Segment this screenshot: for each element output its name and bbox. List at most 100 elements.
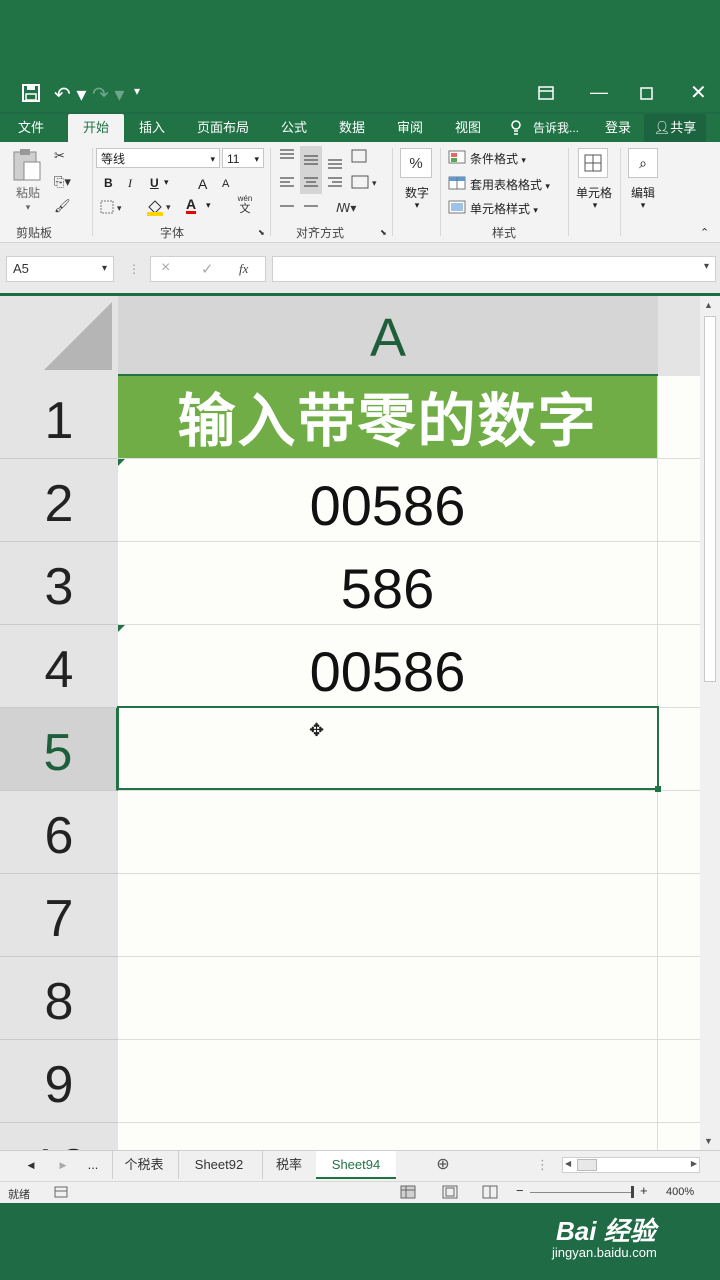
zoom-level[interactable]: 400% bbox=[666, 1186, 694, 1198]
enter-button[interactable]: ✓ bbox=[201, 260, 214, 278]
sign-in-link[interactable]: 登录 bbox=[598, 114, 638, 142]
cell-b4[interactable] bbox=[658, 625, 700, 708]
cell-b8[interactable] bbox=[658, 957, 700, 1040]
tab-data[interactable]: 数据 bbox=[328, 114, 376, 142]
row-header-selected[interactable]: 5 bbox=[0, 708, 118, 791]
chevron-down-icon[interactable]: ▾ bbox=[410, 200, 424, 211]
row-header[interactable]: 9 bbox=[0, 1040, 118, 1123]
worksheet-grid[interactable]: A 1 2 3 4 5 6 7 8 9 10 输入带零的数字 00586 586… bbox=[0, 296, 720, 1150]
save-icon[interactable] bbox=[22, 84, 40, 107]
tab-formulas[interactable]: 公式 bbox=[270, 114, 318, 142]
sheet-tab-active[interactable]: Sheet94 bbox=[316, 1151, 396, 1179]
zoom-slider[interactable] bbox=[530, 1192, 634, 1193]
scroll-up-icon[interactable]: ▲ bbox=[704, 300, 713, 310]
horizontal-scroll-thumb[interactable] bbox=[577, 1159, 597, 1171]
cell-b5[interactable] bbox=[658, 708, 700, 791]
cell-b6[interactable] bbox=[658, 791, 700, 874]
name-box[interactable]: A5 ▾ bbox=[6, 256, 114, 282]
page-break-view-icon[interactable] bbox=[482, 1185, 498, 1204]
chevron-down-icon[interactable]: ▾ bbox=[164, 177, 169, 188]
dialog-launcher-icon[interactable]: ⬊ bbox=[380, 228, 387, 237]
redo-icon[interactable]: ↷ ▾ bbox=[92, 82, 124, 107]
tab-insert[interactable]: 插入 bbox=[128, 114, 176, 142]
zoom-out-icon[interactable]: − bbox=[516, 1183, 524, 1198]
cell-b3[interactable] bbox=[658, 542, 700, 625]
format-painter-icon[interactable]: 🖌︎ bbox=[54, 198, 71, 214]
sheet-tab[interactable]: Sheet92 bbox=[178, 1151, 259, 1179]
tab-home[interactable]: 开始 bbox=[68, 114, 124, 142]
border-icon[interactable]: ▾ bbox=[100, 200, 126, 217]
bold-button[interactable]: B bbox=[104, 176, 113, 190]
close-icon[interactable]: ✕ bbox=[690, 80, 707, 105]
tab-view[interactable]: 视图 bbox=[444, 114, 492, 142]
cell-b7[interactable] bbox=[658, 874, 700, 957]
more-sheets-button[interactable]: ... bbox=[80, 1151, 106, 1179]
row-header[interactable]: 2 bbox=[0, 459, 118, 542]
column-header-a[interactable]: A bbox=[118, 296, 658, 376]
horizontal-scrollbar[interactable]: ◀ ▶ bbox=[562, 1157, 700, 1173]
cell-a1[interactable]: 输入带零的数字 bbox=[118, 376, 658, 459]
page-layout-view-icon[interactable] bbox=[442, 1185, 458, 1204]
scroll-left-icon[interactable]: ◀ bbox=[24, 1151, 38, 1179]
minimize-icon[interactable]: — bbox=[590, 82, 608, 103]
formula-input[interactable]: ▾ bbox=[272, 256, 716, 282]
cell-b1[interactable] bbox=[658, 376, 700, 459]
maximize-icon[interactable] bbox=[640, 84, 653, 105]
shrink-font-button[interactable]: A bbox=[222, 178, 229, 190]
cell-a7[interactable] bbox=[118, 874, 658, 957]
phonetic-button[interactable]: wén 文 bbox=[232, 194, 258, 215]
chevron-down-icon[interactable]: ▾ bbox=[20, 202, 36, 213]
dialog-launcher-icon[interactable]: ⬊ bbox=[258, 228, 265, 237]
cell-a6[interactable] bbox=[118, 791, 658, 874]
sheet-tab[interactable]: 税率 bbox=[262, 1151, 315, 1179]
search-icon[interactable]: ⌕ bbox=[628, 148, 658, 178]
grow-font-button[interactable]: A bbox=[198, 176, 207, 192]
collapse-ribbon-icon[interactable]: ⌃ bbox=[700, 226, 709, 239]
splitter-icon[interactable]: ⋮ bbox=[536, 1151, 549, 1179]
cell-a10[interactable] bbox=[118, 1123, 658, 1150]
cut-icon[interactable]: ✂ bbox=[54, 148, 65, 164]
row-header[interactable]: 4 bbox=[0, 625, 118, 708]
chevron-down-icon[interactable]: ▾ bbox=[636, 200, 650, 211]
paste-icon[interactable] bbox=[10, 148, 44, 182]
macro-record-icon[interactable] bbox=[54, 1185, 68, 1203]
row-header[interactable]: 10 bbox=[0, 1123, 118, 1150]
insert-function-button[interactable]: fx bbox=[239, 261, 248, 277]
row-header[interactable]: 1 bbox=[0, 376, 118, 459]
column-header-b[interactable] bbox=[658, 296, 700, 376]
copy-icon[interactable]: ⎘▾ bbox=[54, 174, 71, 190]
row-header[interactable]: 3 bbox=[0, 542, 118, 625]
scroll-right-icon[interactable]: ▶ bbox=[56, 1151, 70, 1179]
scroll-right-icon[interactable]: ▶ bbox=[691, 1159, 697, 1168]
number-format-button[interactable]: % bbox=[400, 148, 432, 178]
row-header[interactable]: 6 bbox=[0, 791, 118, 874]
tell-me-search[interactable]: 告诉我... bbox=[526, 114, 586, 142]
cancel-button[interactable]: × bbox=[161, 259, 170, 277]
paste-label[interactable]: 粘贴 bbox=[8, 184, 48, 201]
cell-a9[interactable] bbox=[118, 1040, 658, 1123]
undo-icon[interactable]: ↶ ▾ bbox=[54, 82, 86, 107]
cells-label[interactable]: 单元格 bbox=[572, 184, 616, 201]
editing-label[interactable]: 编辑 bbox=[624, 184, 662, 201]
sheet-tab[interactable]: 个税表 bbox=[112, 1151, 175, 1179]
cell-a2[interactable]: 00586 bbox=[118, 459, 658, 542]
cell-a3[interactable]: 586 bbox=[118, 542, 658, 625]
row-header[interactable]: 7 bbox=[0, 874, 118, 957]
scroll-down-icon[interactable]: ▼ bbox=[704, 1136, 713, 1146]
fill-handle[interactable] bbox=[655, 786, 661, 792]
cell-styles-button[interactable]: 单元格样式 ▾ bbox=[470, 200, 538, 217]
cell-b2[interactable] bbox=[658, 459, 700, 542]
font-color-button[interactable]: A bbox=[186, 197, 197, 214]
chevron-down-icon[interactable]: ▾ bbox=[588, 200, 602, 211]
normal-view-icon[interactable] bbox=[400, 1185, 416, 1204]
zoom-in-icon[interactable]: + bbox=[640, 1183, 648, 1198]
underline-button[interactable]: U bbox=[150, 176, 159, 190]
select-all-corner[interactable] bbox=[0, 296, 118, 376]
cell-b9[interactable] bbox=[658, 1040, 700, 1123]
tab-review[interactable]: 审阅 bbox=[386, 114, 434, 142]
font-size-select[interactable]: 11 ▾ bbox=[222, 148, 264, 168]
customize-qat-icon[interactable]: ▾ bbox=[134, 84, 140, 98]
share-button[interactable]: 👤︎共享 bbox=[644, 114, 706, 142]
vertical-scroll-thumb[interactable] bbox=[704, 316, 716, 682]
number-label[interactable]: 数字 bbox=[398, 184, 436, 201]
